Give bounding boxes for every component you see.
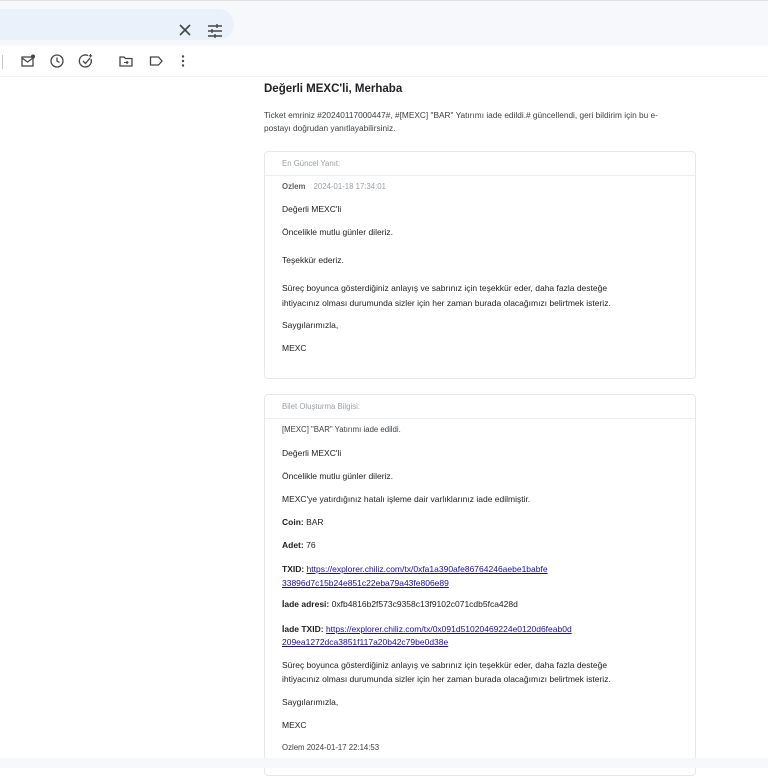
refund-address-value: 0xfb4816b2f573c9358c13f9102c071cdb5fca42… [331, 599, 518, 609]
amount-label: Adet: [282, 540, 304, 550]
refund-txid-row-cont: 209ea1272dca3851f117a20b42c79be0d38e [282, 635, 448, 649]
move-to-icon[interactable] [118, 53, 134, 69]
refund-address-label: İade adresi: [282, 599, 330, 609]
mark-unread-icon[interactable] [20, 53, 36, 69]
ticket-salutation: Değerli MEXC'li [282, 448, 342, 458]
ticket-info-card: Bilet Oluşturma Bilgisi: [MEXC] "BAR" Ya… [264, 394, 696, 776]
label-icon[interactable] [148, 53, 164, 69]
coin-row: Coin: BAR [282, 515, 324, 529]
close-icon[interactable] [177, 22, 193, 38]
ticket-info-header: Bilet Oluşturma Bilgisi: [265, 395, 695, 419]
amount-value: 76 [306, 540, 316, 550]
snooze-icon[interactable] [49, 53, 65, 69]
top-bar [0, 0, 768, 47]
refund-txid-link-cont[interactable]: 209ea1272dca3851f117a20b42c79be0d38e [282, 637, 448, 647]
refund-txid-row: İade TXID: https://explorer.chiliz.com/t… [282, 622, 572, 636]
bottom-strip [0, 758, 768, 768]
ticket-footer: Ozlem 2024-01-17 22:14:53 [282, 741, 379, 755]
ticket-subject: [MEXC] "BAR" Yatırımı iade edildi. [282, 425, 401, 434]
txid-link-cont[interactable]: 33896d7c15b24e851c22eba79a43fe806e89 [282, 578, 449, 588]
ticket-thanks-line: Süreç boyunca gösterdiğiniz anlayış ve s… [282, 660, 608, 670]
reply-signature: MEXC [282, 343, 307, 353]
intro-line: Ticket emriniz #20240117000447#, #[MEXC]… [264, 110, 658, 120]
reply-line: Saygılarımızla, [282, 320, 339, 330]
footer-timestamp: 2024-01-17 22:14:53 [306, 743, 380, 752]
reply-meta: Ozlem 2024-01-18 17:34:01 [282, 180, 386, 194]
coin-label: Coin: [282, 517, 304, 527]
ticket-wishes: Öncelikle mutlu günler dileriz. [282, 471, 394, 481]
txid-row-cont: 33896d7c15b24e851c22eba79a43fe806e89 [282, 576, 449, 590]
reply-line: Değerli MEXC'li [282, 204, 342, 214]
reply-line: Süreç boyunca gösterdiğiniz anlayış ve s… [282, 283, 608, 293]
ticket-signature: MEXC [282, 720, 307, 730]
reply-line: Öncelikle mutlu günler dileriz. [282, 227, 394, 237]
reply-timestamp: 2024-01-18 17:34:01 [313, 182, 386, 191]
email-greeting: Değerli MEXC'li, Merhaba [264, 83, 403, 95]
more-vert-icon[interactable] [175, 53, 191, 69]
txid-link[interactable]: https://explorer.chiliz.com/tx/0xfa1a390… [307, 564, 548, 574]
email-intro: Ticket emriniz #20240117000447#, #[MEXC]… [264, 109, 694, 135]
add-task-icon[interactable] [78, 53, 94, 69]
ticket-thanks-line: ihtiyacınız olması durumunda sizler için… [282, 674, 611, 684]
reply-line: ihtiyacınız olması durumunda sizler için… [282, 298, 611, 308]
ticket-regards: Saygılarımızla, [282, 697, 339, 707]
latest-reply-card: En Güncel Yanıt: Ozlem 2024-01-18 17:34:… [264, 151, 696, 379]
reply-line: Teşekkür ederiz. [282, 255, 344, 265]
refund-address-row: İade adresi: 0xfb4816b2f573c9358c13f9102… [282, 597, 518, 611]
coin-value: BAR [306, 517, 324, 527]
txid-row: TXID: https://explorer.chiliz.com/tx/0xf… [282, 562, 548, 576]
search-box[interactable] [0, 9, 234, 40]
refund-txid-label: İade TXID: [282, 624, 324, 634]
message-toolbar [0, 46, 768, 77]
toolbar-divider [2, 55, 3, 69]
footer-author: Ozlem [282, 743, 305, 752]
amount-row: Adet: 76 [282, 538, 316, 552]
latest-reply-header: En Güncel Yanıt: [265, 152, 695, 176]
txid-label: TXID: [282, 564, 305, 574]
ticket-refund-note: MEXC'ye yatırdığınız hatalı işleme dair … [282, 494, 531, 504]
intro-line: postayı doğrudan yanıtlayabilirsiniz. [264, 123, 396, 133]
refund-txid-link[interactable]: https://explorer.chiliz.com/tx/0x091d510… [326, 624, 572, 634]
reply-author: Ozlem [282, 182, 306, 191]
tune-icon[interactable] [206, 22, 224, 40]
